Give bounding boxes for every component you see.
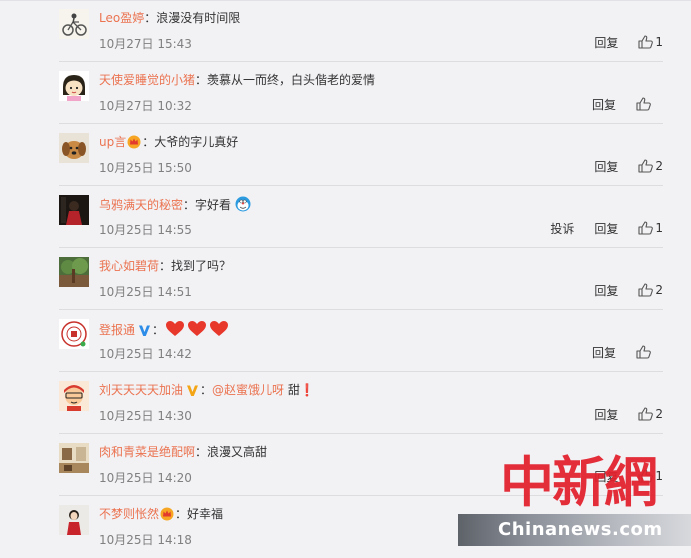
timestamp: 10月25日 14:42 xyxy=(99,347,192,361)
comment-text: 甜❗ xyxy=(287,383,315,397)
reply-button[interactable]: 回复 xyxy=(592,96,616,113)
username[interactable]: 不梦则怅然 xyxy=(99,507,159,521)
report-button[interactable]: 投诉 xyxy=(550,220,574,237)
thumbs-up-icon xyxy=(638,221,654,235)
like-count: 1 xyxy=(655,35,663,49)
timestamp: 10月27日 10:32 xyxy=(99,99,192,113)
like-button[interactable]: 1 xyxy=(638,35,663,49)
colon: ： xyxy=(159,259,172,273)
avatar[interactable] xyxy=(59,381,89,411)
comment-item: 登报通 ： 10月25日 14:42 回复 xyxy=(0,310,691,372)
heart-icon xyxy=(209,320,229,341)
avatar[interactable] xyxy=(59,71,89,101)
reply-button[interactable]: 回复 xyxy=(594,34,618,51)
avatar[interactable] xyxy=(59,443,89,473)
reply-button[interactable]: 回复 xyxy=(594,406,618,423)
like-count: 2 xyxy=(655,283,663,297)
timestamp: 10月25日 14:18 xyxy=(99,533,192,547)
reply-button[interactable]: 回复 xyxy=(592,344,616,361)
thumbs-up-icon xyxy=(638,407,654,421)
timestamp: 10月25日 14:55 xyxy=(99,223,192,237)
heart-icon xyxy=(187,320,207,341)
timestamp: 10月27日 15:43 xyxy=(99,37,192,51)
thumbs-up-icon xyxy=(638,159,654,173)
avatar[interactable] xyxy=(59,133,89,163)
colon: ： xyxy=(142,135,155,149)
like-button[interactable]: 2 xyxy=(638,283,663,297)
avatar[interactable] xyxy=(59,9,89,39)
colon: ： xyxy=(195,445,208,459)
comment-text: 浪漫又高甜 xyxy=(207,445,268,459)
avatar[interactable] xyxy=(59,319,89,349)
like-button[interactable]: 2 xyxy=(638,159,663,173)
verified-v-icon xyxy=(138,324,151,341)
watermark-url: Chinanews.com xyxy=(498,519,663,540)
timestamp: 10月25日 14:51 xyxy=(99,285,192,299)
heart-icon xyxy=(165,320,185,341)
chinanews-watermark: 中新網 Chinanews.com xyxy=(458,452,691,556)
thumbs-up-icon xyxy=(638,35,654,49)
like-button[interactable]: 2 xyxy=(638,407,663,421)
watermark-chinese-logo: 中新網 xyxy=(500,450,658,514)
username[interactable]: 刘天天天天加油 xyxy=(99,383,183,397)
comment-item: up言 ：大爷的字儿真好 10月25日 15:50 回复 2 xyxy=(0,124,691,186)
avatar[interactable] xyxy=(59,505,89,535)
username[interactable]: Leo盈婷 xyxy=(99,11,144,25)
reply-button[interactable]: 回复 xyxy=(594,158,618,175)
colon: ： xyxy=(152,323,165,337)
like-count: 1 xyxy=(655,221,663,235)
comment-text: 字好看 xyxy=(195,198,232,212)
avatar[interactable] xyxy=(59,257,89,287)
like-button[interactable]: 1 xyxy=(638,221,663,235)
mention-link[interactable]: @赵蜜饿儿呀 xyxy=(212,383,284,397)
colon: ： xyxy=(175,507,188,521)
verified-v-icon xyxy=(186,384,199,401)
thumbs-up-icon xyxy=(638,283,654,297)
comment-text: 浪漫没有时间限 xyxy=(156,11,241,25)
comment-item: 我心如碧荷：找到了吗？ 10月25日 14:51 回复 2 xyxy=(0,248,691,310)
crown-badge-icon xyxy=(160,507,174,525)
colon: ： xyxy=(200,383,213,397)
avatar[interactable] xyxy=(59,195,89,225)
username[interactable]: up言 xyxy=(99,135,126,149)
like-count: 2 xyxy=(655,159,663,173)
comment-text: 好幸福 xyxy=(187,507,224,521)
timestamp: 10月25日 14:30 xyxy=(99,409,192,423)
doraemon-emoji-icon xyxy=(235,196,251,216)
username[interactable]: 登报通 xyxy=(99,323,135,337)
reply-button[interactable]: 回复 xyxy=(594,220,618,237)
comment-item: Leo盈婷：浪漫没有时间限 10月27日 15:43 回复 1 xyxy=(0,0,691,62)
username[interactable]: 天使爱睡觉的小猪 xyxy=(99,73,195,87)
comment-text: 找到了吗？ xyxy=(171,259,232,273)
colon: ： xyxy=(183,198,196,212)
colon: ： xyxy=(144,11,157,25)
colon: ： xyxy=(195,73,208,87)
thumbs-up-icon xyxy=(636,97,651,111)
timestamp: 10月25日 15:50 xyxy=(99,161,192,175)
like-count: 2 xyxy=(655,407,663,421)
comment-item: 天使爱睡觉的小猪：羡慕从一而终，白头偕老的爱情 10月27日 10:32 回复 xyxy=(0,62,691,124)
username[interactable]: 乌鸦满天的秘密 xyxy=(99,198,183,212)
username[interactable]: 我心如碧荷 xyxy=(99,259,159,273)
reply-button[interactable]: 回复 xyxy=(594,282,618,299)
comment-item: 刘天天天天加油 ：@赵蜜饿儿呀 甜❗ 10月25日 14:30 回复 2 xyxy=(0,372,691,434)
crown-badge-icon xyxy=(127,135,141,153)
comment-text: 大爷的字儿真好 xyxy=(154,135,239,149)
like-button[interactable] xyxy=(636,345,653,359)
username[interactable]: 肉和青菜是绝配啊 xyxy=(99,445,195,459)
like-button[interactable] xyxy=(636,97,653,111)
comment-item: 乌鸦满天的秘密：字好看 10月25日 14:55 投诉 回复 1 xyxy=(0,186,691,248)
comment-text: 羡慕从一而终，白头偕老的爱情 xyxy=(207,73,376,87)
timestamp: 10月25日 14:20 xyxy=(99,471,192,485)
thumbs-up-icon xyxy=(636,345,651,359)
